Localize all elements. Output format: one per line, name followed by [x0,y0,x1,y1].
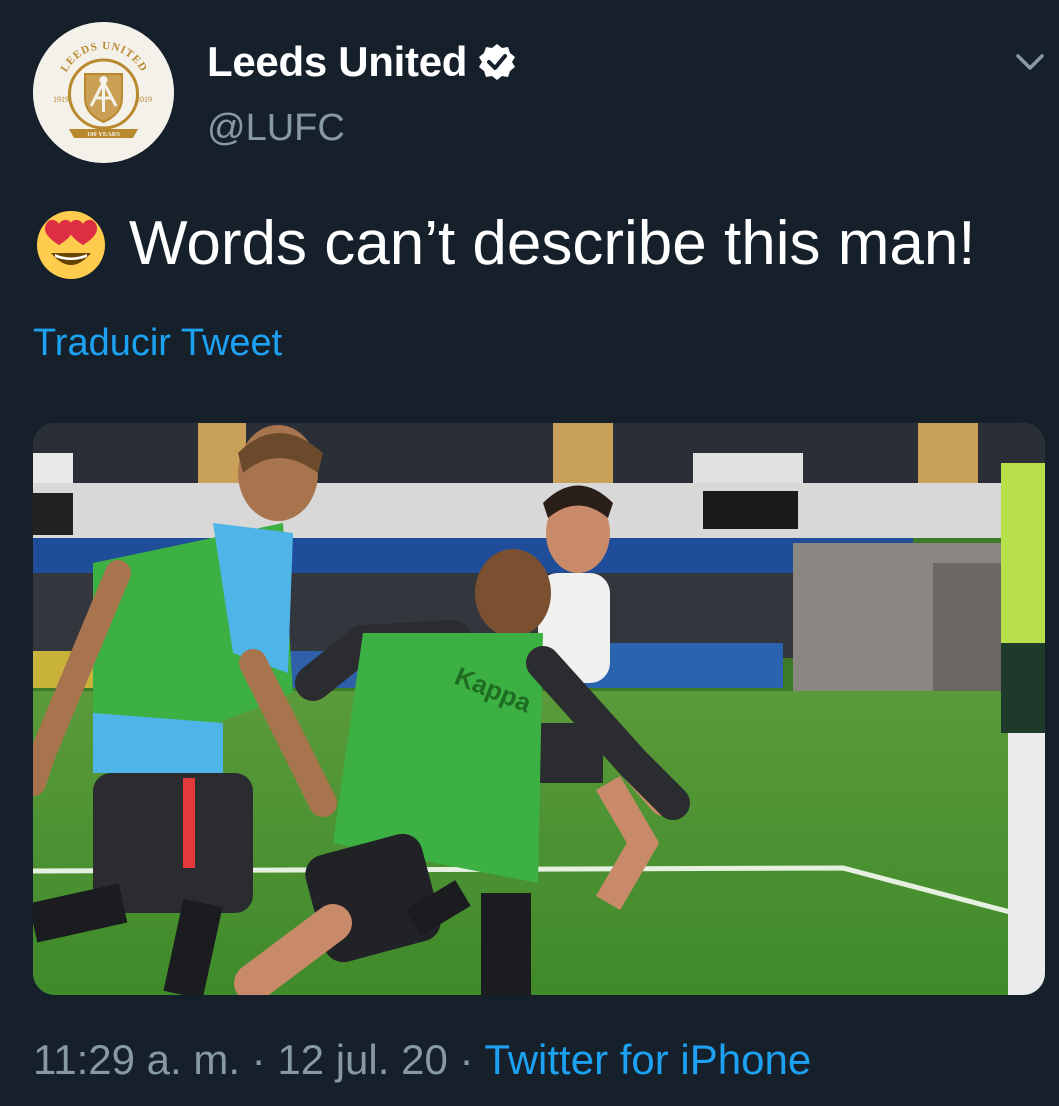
meta-separator: · [240,1036,278,1083]
svg-text:2019: 2019 [136,95,152,104]
leeds-crest-logo: LEEDS UNITED 1919 2019 100 YEARS [33,22,174,163]
tweet-body-text: Words can’t describe this man! [129,208,976,278]
svg-text:1919: 1919 [53,95,69,104]
translate-tweet-link[interactable]: Traducir Tweet [33,322,282,365]
verified-badge-icon [479,44,516,80]
tweet-text: Words can’t describe this man! [33,205,976,281]
tweet-source-link[interactable]: Twitter for iPhone [484,1036,811,1083]
profile-avatar[interactable]: LEEDS UNITED 1919 2019 100 YEARS [33,22,174,163]
tweet-date[interactable]: 12 jul. 20 [277,1036,447,1083]
tweet-time[interactable]: 11:29 a. m. [33,1036,240,1083]
heart-eyes-emoji-icon [37,211,105,279]
chevron-down-icon[interactable] [1012,48,1048,76]
meta-separator-2: · [447,1036,485,1083]
svg-text:100 YEARS: 100 YEARS [87,131,121,138]
tweet-metadata: 11:29 a. m. · 12 jul. 20 · Twitter for i… [33,1036,811,1084]
football-celebration-photo: Kappa [33,423,1045,995]
display-name[interactable]: Leeds United [207,38,467,86]
author-name-row[interactable]: Leeds United [207,38,517,86]
username-handle[interactable]: @LUFC [207,107,345,150]
tweet-photo[interactable]: Kappa [33,423,1045,995]
